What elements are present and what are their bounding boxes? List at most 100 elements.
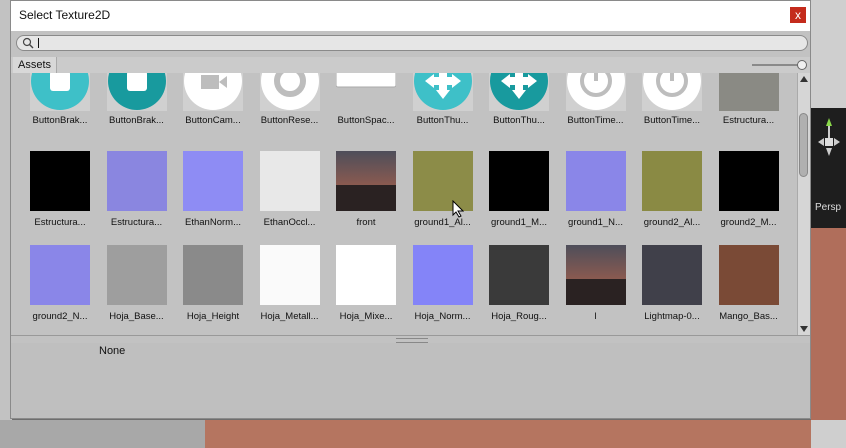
texture-label: EthanNorm... — [185, 217, 241, 228]
scene-view-ground — [205, 420, 846, 448]
scene-view-object — [811, 228, 846, 420]
texture-label: ButtonThu... — [493, 115, 545, 126]
texture-thumbnail — [642, 73, 702, 111]
texture-thumbnail — [30, 245, 90, 305]
texture-label: Mango_Bas... — [719, 311, 778, 322]
texture-tile[interactable]: ButtonThu... — [483, 73, 555, 140]
texture-thumbnail — [106, 73, 167, 111]
texture-label: Hoja_Height — [186, 311, 240, 322]
texture-tile[interactable]: ground1_N... — [560, 151, 632, 228]
texture-tile[interactable]: Estructura... — [713, 73, 785, 140]
texture-tile[interactable]: ground2_Al... — [636, 151, 708, 228]
texture-label: Estructura... — [110, 217, 163, 228]
close-button[interactable]: x — [790, 7, 806, 23]
texture-thumbnail — [718, 245, 779, 305]
texture-thumbnail — [412, 73, 473, 111]
texture-label: Estructura... — [722, 115, 775, 126]
scene-gizmo-icon[interactable] — [816, 112, 842, 172]
texture-label: Hoja_Mixe... — [339, 311, 393, 322]
texture-label: front — [356, 217, 376, 228]
texture-tile[interactable]: ground2_M... — [713, 151, 785, 228]
texture-tile[interactable]: ground1_Al... — [407, 151, 479, 228]
texture-label: Hoja_Base... — [109, 311, 164, 322]
texture-thumbnail — [183, 73, 243, 111]
texture-thumbnail — [489, 151, 549, 211]
texture-thumbnail — [489, 73, 549, 111]
texture-tile[interactable]: ButtonTime... — [560, 73, 632, 140]
texture-tile[interactable]: ButtonBrak... — [24, 73, 96, 140]
select-texture-dialog: Select Texture2D x Assets ButtonBrak... B… — [10, 0, 811, 419]
texture-label: ButtonBrak... — [109, 115, 164, 126]
texture-tile[interactable]: ButtonSpac... — [330, 73, 402, 140]
selection-details-panel: None — [11, 343, 810, 418]
texture-thumbnail — [565, 245, 626, 305]
texture-label: ButtonRese... — [260, 115, 319, 126]
scroll-up-arrow-icon[interactable] — [800, 76, 808, 82]
mouse-cursor-icon — [452, 200, 464, 218]
texture-thumbnail — [718, 73, 779, 111]
texture-label: ground2_M... — [720, 217, 777, 228]
texture-tile[interactable]: Hoja_Height — [177, 245, 249, 322]
texture-tile[interactable]: EthanOccl... — [254, 151, 326, 228]
texture-tile[interactable]: Hoja_Roug... — [483, 245, 555, 322]
texture-tile[interactable]: Hoja_Norm... — [407, 245, 479, 322]
texture-tile[interactable]: ButtonRese... — [254, 73, 326, 140]
scroll-down-arrow-icon[interactable] — [800, 326, 808, 332]
texture-thumbnail — [642, 151, 702, 211]
texture-label: Estructura... — [34, 217, 86, 228]
texture-thumbnail — [336, 245, 396, 305]
texture-tile[interactable]: ground2_N... — [24, 245, 96, 322]
texture-label: ground2_N... — [32, 311, 88, 322]
texture-tile[interactable]: ButtonTime... — [636, 73, 708, 140]
texture-tile[interactable]: Lightmap-0... — [636, 245, 708, 322]
texture-label: ButtonSpac... — [337, 115, 395, 126]
scrollbar-thumb[interactable] — [799, 113, 808, 177]
texture-tile[interactable]: Estructura... — [101, 151, 173, 228]
thumbnail-size-slider[interactable] — [752, 60, 807, 70]
texture-label: EthanOccl... — [263, 217, 316, 228]
dialog-titlebar[interactable]: Select Texture2D x — [11, 1, 810, 32]
texture-label: ButtonCam... — [185, 115, 241, 126]
texture-thumbnail — [718, 151, 779, 211]
texture-tile[interactable]: front — [330, 151, 402, 228]
texture-thumbnail — [259, 151, 320, 211]
texture-thumbnail — [183, 245, 243, 305]
texture-thumbnail — [336, 151, 396, 211]
search-input[interactable] — [16, 35, 808, 51]
texture-label: ground1_Al... — [414, 217, 471, 228]
texture-label: Hoja_Metall... — [260, 311, 319, 322]
texture-tile[interactable]: ground1_M... — [483, 151, 555, 228]
texture-thumbnail — [489, 245, 549, 305]
texture-thumbnail — [259, 245, 320, 305]
texture-thumbnail — [30, 151, 90, 211]
texture-grid: ButtonBrak... ButtonBrak... ButtonCam... Bu… — [11, 73, 797, 335]
texture-tile[interactable]: ButtonBrak... — [101, 73, 173, 140]
texture-tile[interactable]: ButtonThu... — [407, 73, 479, 140]
texture-label: ButtonThu... — [416, 115, 469, 126]
texture-label: Lightmap-0... — [644, 311, 700, 322]
slider-handle[interactable] — [797, 60, 807, 70]
dialog-title: Select Texture2D — [19, 8, 111, 22]
texture-thumbnail — [30, 73, 90, 111]
search-row — [11, 31, 810, 57]
texture-tile[interactable]: EthanNorm... — [177, 151, 249, 228]
texture-tile[interactable]: Mango_Bas... — [713, 245, 785, 322]
texture-label: ground1_N... — [568, 217, 623, 228]
selected-texture-name: None — [99, 345, 126, 357]
texture-thumbnail — [642, 245, 702, 305]
texture-thumbnail — [106, 245, 167, 305]
texture-label: ButtonTime... — [643, 115, 701, 126]
texture-tile[interactable]: l — [560, 245, 632, 322]
texture-tile[interactable]: Hoja_Metall... — [254, 245, 326, 322]
vertical-scrollbar[interactable] — [797, 73, 810, 335]
texture-thumbnail — [336, 73, 396, 111]
texture-thumbnail — [259, 73, 320, 111]
scene-perspective-label: Persp — [815, 202, 842, 213]
tab-assets[interactable]: Assets — [13, 57, 58, 73]
texture-tile[interactable]: Estructura... — [24, 151, 96, 228]
tab-bar: Assets — [11, 57, 810, 74]
texture-tile[interactable]: ButtonCam... — [177, 73, 249, 140]
texture-tile[interactable]: Hoja_Mixe... — [330, 245, 402, 322]
texture-tile[interactable]: Hoja_Base... — [101, 245, 173, 322]
search-icon — [22, 37, 34, 49]
